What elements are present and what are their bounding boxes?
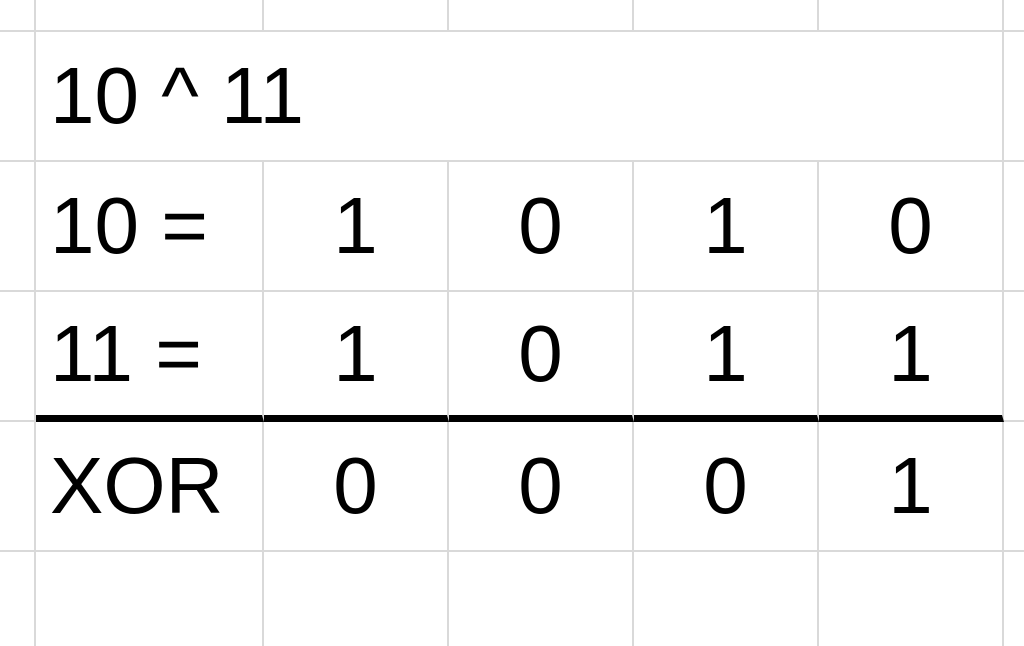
gutter-cell bbox=[1004, 32, 1024, 162]
gutter-cell bbox=[1004, 292, 1024, 422]
spreadsheet-grid: 10 ^ 11 10 = 1 0 1 0 11 = 1 0 1 1 XOR 0 bbox=[0, 0, 1024, 646]
gutter-cell bbox=[1004, 552, 1024, 646]
bit-value: 1 bbox=[888, 308, 933, 400]
row-label-text: XOR bbox=[50, 440, 223, 532]
empty-cell[interactable] bbox=[449, 552, 634, 646]
bit-cell[interactable]: 1 bbox=[634, 162, 819, 292]
gutter-cell bbox=[0, 162, 36, 292]
bit-cell[interactable]: 0 bbox=[449, 162, 634, 292]
bit-cell[interactable]: 1 bbox=[264, 292, 449, 422]
empty-cell[interactable] bbox=[819, 0, 1004, 32]
gutter-cell bbox=[0, 0, 36, 32]
bit-cell[interactable]: 0 bbox=[634, 422, 819, 552]
bit-cell[interactable]: 0 bbox=[264, 422, 449, 552]
bit-value: 1 bbox=[703, 180, 748, 272]
title-text: 10 ^ 11 bbox=[50, 50, 304, 142]
bit-cell[interactable]: 1 bbox=[264, 162, 449, 292]
row-label[interactable]: 11 = bbox=[36, 292, 264, 422]
title-cell[interactable]: 10 ^ 11 bbox=[36, 32, 1004, 162]
empty-cell[interactable] bbox=[36, 552, 264, 646]
bit-cell[interactable]: 1 bbox=[819, 292, 1004, 422]
bit-value: 1 bbox=[888, 440, 933, 532]
bit-value: 0 bbox=[518, 440, 563, 532]
bit-value: 1 bbox=[333, 308, 378, 400]
bit-cell[interactable]: 0 bbox=[819, 162, 1004, 292]
row-label[interactable]: 10 = bbox=[36, 162, 264, 292]
row-label-text: 11 = bbox=[50, 308, 202, 400]
empty-cell[interactable] bbox=[634, 552, 819, 646]
row-label[interactable]: XOR bbox=[36, 422, 264, 552]
empty-cell[interactable] bbox=[264, 552, 449, 646]
empty-cell[interactable] bbox=[449, 0, 634, 32]
bit-value: 0 bbox=[518, 180, 563, 272]
bit-value: 0 bbox=[703, 440, 748, 532]
empty-cell[interactable] bbox=[819, 552, 1004, 646]
gutter-cell bbox=[0, 422, 36, 552]
bit-value: 0 bbox=[888, 180, 933, 272]
empty-cell[interactable] bbox=[264, 0, 449, 32]
empty-cell[interactable] bbox=[36, 0, 264, 32]
bit-cell[interactable]: 0 bbox=[449, 422, 634, 552]
gutter-cell bbox=[0, 32, 36, 162]
gutter-cell bbox=[1004, 0, 1024, 32]
gutter-cell bbox=[0, 552, 36, 646]
empty-cell[interactable] bbox=[634, 0, 819, 32]
bit-value: 0 bbox=[333, 440, 378, 532]
bit-cell[interactable]: 0 bbox=[449, 292, 634, 422]
row-label-text: 10 = bbox=[50, 180, 208, 272]
gutter-cell bbox=[1004, 162, 1024, 292]
bit-cell[interactable]: 1 bbox=[634, 292, 819, 422]
bit-value: 0 bbox=[518, 308, 563, 400]
gutter-cell bbox=[1004, 422, 1024, 552]
gutter-cell bbox=[0, 292, 36, 422]
bit-cell[interactable]: 1 bbox=[819, 422, 1004, 552]
bit-value: 1 bbox=[333, 180, 378, 272]
bit-value: 1 bbox=[703, 308, 748, 400]
